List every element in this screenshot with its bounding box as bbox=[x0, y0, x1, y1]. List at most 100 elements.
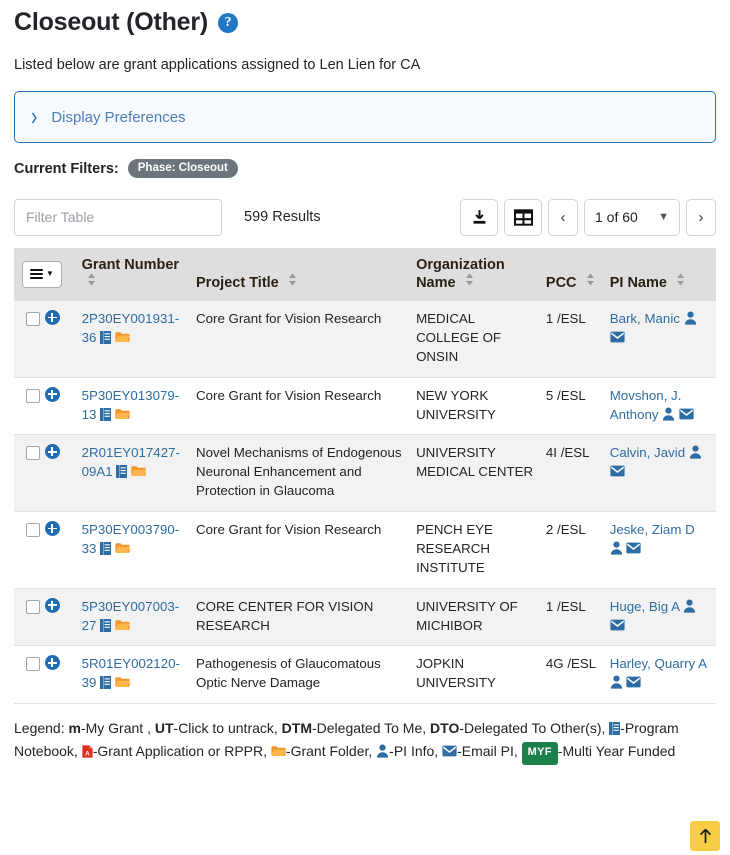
program-notebook-icon[interactable] bbox=[100, 541, 112, 555]
row-checkbox[interactable] bbox=[26, 599, 40, 614]
program-notebook-icon[interactable] bbox=[100, 330, 112, 344]
grant-number-link[interactable]: 2P30EY001931-36 bbox=[82, 311, 180, 345]
pdf-icon: A bbox=[82, 742, 93, 758]
grant-number-link[interactable]: 5R01EY002120-39 bbox=[82, 656, 180, 690]
legend-text: -Multi Year Funded bbox=[557, 742, 676, 759]
pi-info-icon[interactable] bbox=[683, 599, 696, 613]
cell-grant-number: 2P30EY001931-36 bbox=[75, 301, 191, 378]
pi-info-icon[interactable] bbox=[376, 742, 389, 758]
program-notebook-icon[interactable] bbox=[609, 719, 621, 736]
program-notebook-icon[interactable] bbox=[116, 465, 128, 479]
arrow-up-icon bbox=[699, 828, 711, 843]
legend-prefix: Legend: bbox=[14, 720, 65, 737]
row-checkbox-cell bbox=[14, 377, 45, 436]
legend-text: -Grant Folder, bbox=[285, 742, 373, 759]
expand-plus-icon[interactable] bbox=[44, 597, 60, 613]
cell-pi-name: Harley, Quarry A bbox=[603, 645, 716, 705]
row-checkbox[interactable] bbox=[26, 312, 40, 326]
chevron-down-icon: ▼ bbox=[46, 269, 54, 278]
pi-info-icon[interactable] bbox=[662, 407, 675, 421]
column-label: PI Name bbox=[609, 275, 667, 291]
column-header-grant-number[interactable]: Grant Number bbox=[75, 248, 191, 301]
table-toolbar: 599 Results ‹ 1 of 60 ▼ bbox=[14, 198, 716, 236]
cell-pi-name: Bark, Manic bbox=[603, 301, 716, 378]
pi-name-link[interactable]: Bark, Manic bbox=[610, 311, 680, 326]
display-preferences-panel[interactable]: › Display Preferences bbox=[14, 91, 716, 143]
email-pi-icon[interactable] bbox=[626, 675, 642, 688]
prev-page-button[interactable]: ‹ bbox=[548, 198, 578, 236]
row-checkbox-cell bbox=[14, 511, 45, 589]
download-button[interactable] bbox=[460, 198, 498, 236]
grant-folder-icon[interactable] bbox=[115, 541, 130, 553]
grant-folder-icon[interactable] bbox=[115, 675, 130, 688]
column-header-pi-name[interactable]: PI Name bbox=[603, 248, 716, 301]
pi-name-link[interactable]: Jeske, Ziam D bbox=[610, 522, 695, 537]
cell-grant-number: 5P30EY003790-33 bbox=[75, 511, 191, 589]
pi-name-link[interactable]: Calvin, Javid bbox=[610, 445, 685, 460]
grant-folder-icon[interactable] bbox=[115, 618, 130, 630]
grid-view-button[interactable] bbox=[504, 198, 542, 236]
legend: Legend: m-My Grant , UT-Click to untrack… bbox=[14, 717, 720, 765]
pi-info-icon[interactable] bbox=[610, 541, 623, 555]
current-filters-label: Current Filters: bbox=[14, 160, 119, 177]
program-notebook-icon[interactable] bbox=[100, 407, 112, 421]
pi-name-link[interactable]: Harley, Quarry A bbox=[610, 656, 707, 671]
email-pi-icon[interactable] bbox=[610, 330, 625, 343]
expand-plus-icon[interactable] bbox=[44, 655, 60, 671]
sort-icon bbox=[465, 273, 474, 286]
cell-pcc: 4G /ESL bbox=[539, 645, 604, 705]
row-checkbox[interactable] bbox=[26, 446, 40, 461]
cell-grant-number: 5P30EY007003-27 bbox=[75, 588, 191, 647]
column-header-pcc[interactable]: PCC bbox=[539, 248, 604, 301]
row-checkbox[interactable] bbox=[26, 388, 40, 403]
row-checkbox[interactable] bbox=[26, 523, 40, 537]
email-pi-icon[interactable] bbox=[610, 464, 625, 477]
cell-grant-number: 5P30EY013079-13 bbox=[75, 377, 191, 436]
next-page-button[interactable]: › bbox=[686, 198, 716, 236]
cell-organization-name: UNIVERSITY OF MICHIBOR bbox=[410, 588, 540, 647]
expand-plus-icon[interactable] bbox=[44, 386, 60, 402]
cell-pi-name: Calvin, Javid bbox=[603, 434, 716, 512]
column-header-project-title[interactable]: Project Title bbox=[190, 248, 411, 301]
grant-folder-icon[interactable] bbox=[115, 330, 130, 342]
program-notebook-icon[interactable] bbox=[100, 676, 112, 690]
row-expand-cell bbox=[44, 377, 76, 436]
scroll-to-top-button[interactable] bbox=[690, 821, 720, 851]
sort-icon bbox=[87, 273, 96, 286]
pi-name-link[interactable]: Huge, Big A bbox=[610, 599, 680, 614]
grant-number-link[interactable]: 5P30EY003790-33 bbox=[82, 522, 180, 556]
pi-info-icon[interactable] bbox=[684, 311, 697, 325]
email-pi-icon[interactable] bbox=[442, 741, 457, 757]
page-selector[interactable]: 1 of 60 ▼ bbox=[584, 198, 680, 236]
grant-folder-icon[interactable] bbox=[271, 741, 286, 756]
page-subtitle: Listed below are grant applications assi… bbox=[14, 57, 421, 73]
table-row: 5R01EY002120-39 Pathogenesis of Glaucoma… bbox=[14, 645, 716, 705]
filter-chip-phase[interactable]: Phase: Closeout bbox=[127, 159, 238, 178]
expand-plus-icon[interactable] bbox=[44, 310, 60, 325]
column-header-organization-name[interactable]: Organization Name bbox=[410, 248, 540, 301]
column-menu-cell: ▼ bbox=[14, 248, 76, 301]
table-grid-icon bbox=[513, 208, 533, 226]
grant-number-link[interactable]: 5P30EY013079-13 bbox=[82, 388, 180, 422]
legend-key: UT bbox=[154, 720, 174, 737]
grant-folder-icon[interactable] bbox=[131, 464, 146, 477]
grant-folder-icon[interactable] bbox=[115, 407, 130, 419]
email-pi-icon[interactable] bbox=[679, 407, 694, 419]
column-menu-button[interactable]: ▼ bbox=[22, 260, 62, 288]
legend-text: -PI Info, bbox=[389, 742, 439, 759]
row-checkbox[interactable] bbox=[26, 657, 40, 672]
email-pi-icon[interactable] bbox=[626, 541, 642, 554]
grant-number-link[interactable]: 5P30EY007003-27 bbox=[82, 599, 180, 633]
filter-table-input[interactable] bbox=[14, 198, 222, 236]
page-header: Closeout (Other) ? bbox=[14, 0, 716, 37]
table-row: 2R01EY017427-09A1 Novel Mechanisms of En… bbox=[14, 434, 716, 512]
pi-info-icon[interactable] bbox=[610, 675, 623, 689]
table-row: 5P30EY003790-33 Core Grant for Vision Re… bbox=[14, 511, 716, 589]
email-pi-icon[interactable] bbox=[610, 618, 625, 630]
program-notebook-icon[interactable] bbox=[100, 618, 112, 632]
pi-info-icon[interactable] bbox=[689, 445, 702, 459]
expand-plus-icon[interactable] bbox=[44, 444, 60, 460]
expand-plus-icon[interactable] bbox=[44, 521, 60, 536]
help-circle-icon[interactable]: ? bbox=[218, 12, 239, 33]
legend-text: -Delegated To Me, bbox=[312, 720, 427, 737]
